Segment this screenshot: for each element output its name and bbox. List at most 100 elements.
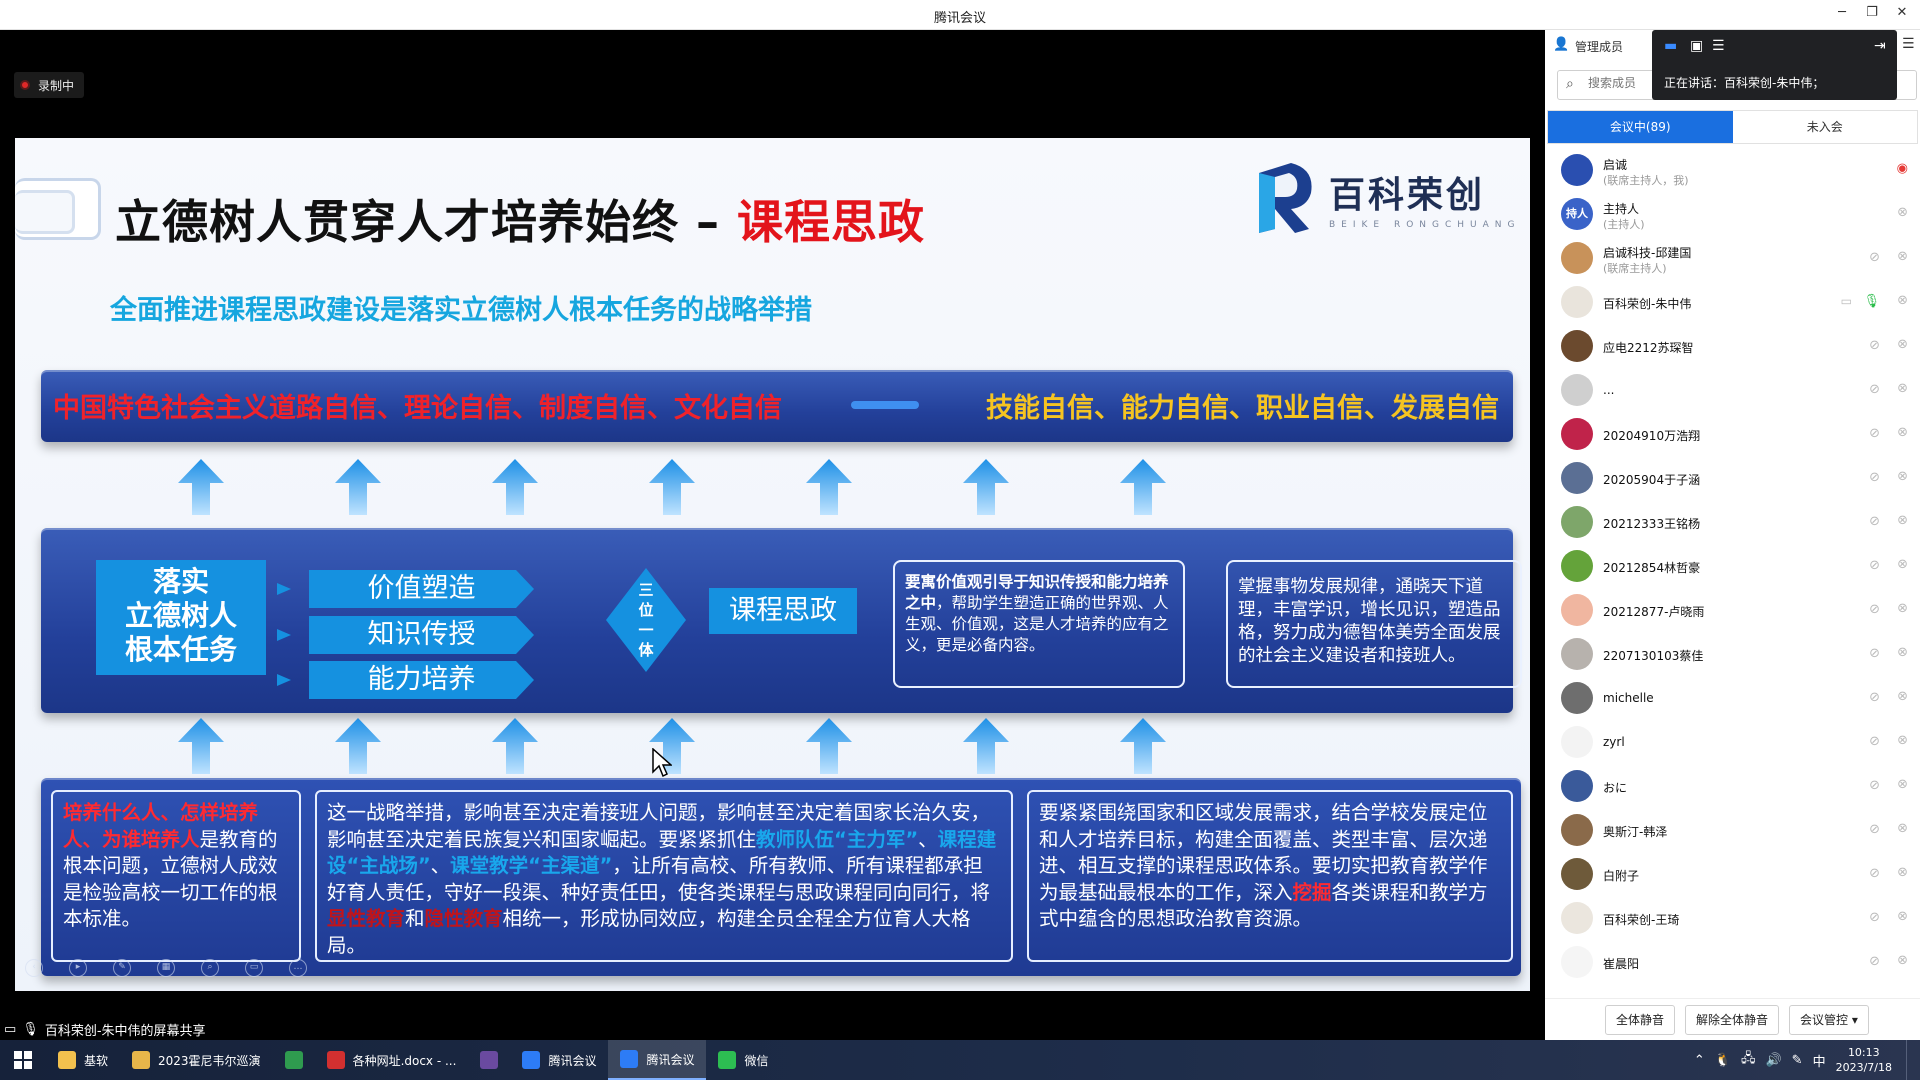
restore-button[interactable]: ❐: [1862, 5, 1882, 20]
ime-indicator[interactable]: 中: [1813, 1051, 1826, 1070]
microphone-muted-icon[interactable]: ⊘: [1869, 734, 1880, 749]
camera-off-icon[interactable]: ⊗: [1897, 865, 1908, 880]
camera-off-icon[interactable]: ⊗: [1897, 425, 1908, 440]
tray-expand-icon[interactable]: ⌃: [1694, 1053, 1705, 1068]
camera-off-icon[interactable]: ⊗: [1897, 601, 1908, 616]
member-row[interactable]: 应电2212苏琛智 ⊘ ⊗: [1545, 324, 1920, 368]
recording-indicator[interactable]: 录制中: [14, 72, 85, 98]
member-row[interactable]: 20212854林哲豪 ⊘ ⊗: [1545, 544, 1920, 588]
member-row[interactable]: 启诚科技-邱建国 (联席主持人) ⊘ ⊗: [1545, 236, 1920, 280]
microphone-muted-icon[interactable]: ⊘: [1869, 514, 1880, 529]
member-row[interactable]: 20204910万浩翔 ⊘ ⊗: [1545, 412, 1920, 456]
unmute-all-button[interactable]: 解除全体静音: [1685, 1004, 1780, 1035]
tab-in-meeting[interactable]: 会议中(89): [1548, 111, 1733, 143]
camera-off-icon[interactable]: ⊗: [1897, 249, 1908, 264]
camera-off-icon[interactable]: ⊗: [1897, 513, 1908, 528]
pen-icon[interactable]: ✎: [113, 959, 131, 977]
meeting-control-button[interactable]: 会议管控 ▾: [1789, 1004, 1869, 1035]
menu-icon[interactable]: ☰: [1902, 36, 1915, 52]
member-row[interactable]: 白附子 ⊘ ⊗: [1545, 852, 1920, 896]
mute-all-button[interactable]: 全体静音: [1605, 1004, 1676, 1035]
microphone-muted-icon[interactable]: ⊘: [1869, 646, 1880, 661]
microphone-on-icon[interactable]: 🎙: [1863, 294, 1880, 309]
show-desktop-button[interactable]: [1906, 1040, 1912, 1080]
microphone-muted-icon[interactable]: ⊘: [1869, 602, 1880, 617]
member-panel-title[interactable]: 管理成员: [1575, 38, 1623, 55]
prev-slide-icon[interactable]: ‹: [25, 959, 43, 977]
member-row[interactable]: 20205904于子涵 ⊘ ⊗: [1545, 456, 1920, 500]
play-icon[interactable]: ▸: [69, 959, 87, 977]
taskbar-app[interactable]: 腾讯会议: [608, 1040, 707, 1080]
more-icon[interactable]: …: [289, 959, 307, 977]
member-row[interactable]: おに ⊘ ⊗: [1545, 764, 1920, 808]
taskbar-apps: 基软 2023霍尼韦尔巡演 各种网址.docx - ... 腾讯会议 腾讯会议 微信: [46, 1040, 781, 1080]
taskbar-app-label: 腾讯会议: [548, 1053, 597, 1068]
pen-tray-icon[interactable]: ✎: [1792, 1053, 1803, 1068]
microphone-muted-icon[interactable]: ⊘: [1869, 250, 1880, 265]
taskbar-app[interactable]: 2023霍尼韦尔巡演: [120, 1040, 273, 1080]
taskbar-app[interactable]: 微信: [706, 1040, 780, 1080]
volume-icon[interactable]: 🔊: [1765, 1053, 1781, 1068]
camera-off-icon[interactable]: ⊗: [1897, 909, 1908, 924]
member-list[interactable]: 启诚 (联席主持人，我) ◉ 持人 主持人 (主持人) ⊗ 启诚科技-邱建国 (联席主持人) ⊘ ⊗…: [1545, 148, 1920, 988]
camera-off-icon[interactable]: ⊗: [1897, 821, 1908, 836]
camera-off-icon[interactable]: ⊗: [1897, 777, 1908, 792]
taskbar-app[interactable]: 各种网址.docx - ...: [315, 1040, 469, 1080]
taskbar-app[interactable]: 腾讯会议: [510, 1040, 608, 1080]
member-row[interactable]: 百科荣创-朱中伟 ▭ 🎙 ⊗: [1545, 280, 1920, 324]
qq-icon[interactable]: 🐧: [1715, 1053, 1731, 1068]
taskbar-clock[interactable]: 10:13 2023/7/18: [1836, 1045, 1892, 1075]
member-row[interactable]: 百科荣创-王琦 ⊘ ⊗: [1545, 896, 1920, 940]
microphone-muted-icon[interactable]: ⊘: [1869, 382, 1880, 397]
camera-off-icon[interactable]: ⊗: [1897, 689, 1908, 704]
minimize-button[interactable]: ─: [1832, 5, 1852, 20]
recording-status-icon[interactable]: ◉: [1897, 161, 1908, 176]
camera-off-icon[interactable]: ⊗: [1897, 469, 1908, 484]
taskbar-app[interactable]: 基软: [46, 1040, 120, 1080]
avatar: [1561, 286, 1593, 318]
up-arrow-icon: [492, 459, 538, 515]
member-row[interactable]: ... ⊘ ⊗: [1545, 368, 1920, 412]
camera-off-icon[interactable]: ⊗: [1897, 733, 1908, 748]
microphone-muted-icon[interactable]: ⊘: [1869, 954, 1880, 969]
member-row[interactable]: 奥斯汀-韩泽 ⊘ ⊗: [1545, 808, 1920, 852]
camera-off-icon[interactable]: ⊗: [1897, 645, 1908, 660]
start-button[interactable]: [0, 1040, 46, 1080]
camera-off-icon[interactable]: ⊗: [1897, 381, 1908, 396]
member-row[interactable]: 启诚 (联席主持人，我) ◉: [1545, 148, 1920, 192]
taskbar-app[interactable]: [273, 1040, 315, 1080]
microphone-muted-icon[interactable]: ⊘: [1869, 866, 1880, 881]
camera-off-icon[interactable]: ⊗: [1897, 337, 1908, 352]
speaker-view-icon[interactable]: ▬: [1664, 38, 1677, 54]
microphone-muted-icon[interactable]: ⊘: [1869, 910, 1880, 925]
microphone-muted-icon[interactable]: ⊘: [1869, 470, 1880, 485]
camera-off-icon[interactable]: ⊗: [1897, 293, 1908, 308]
member-row[interactable]: 持人 主持人 (主持人) ⊗: [1545, 192, 1920, 236]
camera-off-icon[interactable]: ⊗: [1897, 205, 1908, 220]
zoom-icon[interactable]: ⌕: [201, 959, 219, 977]
microphone-muted-icon[interactable]: ⊘: [1869, 338, 1880, 353]
member-row[interactable]: 20212877-卢晓雨 ⊘ ⊗: [1545, 588, 1920, 632]
member-row[interactable]: michelle ⊘ ⊗: [1545, 676, 1920, 720]
gallery-view-icon[interactable]: ▣: [1690, 38, 1703, 54]
app-icon: [58, 1051, 76, 1069]
member-row[interactable]: zyrl ⊘ ⊗: [1545, 720, 1920, 764]
microphone-muted-icon[interactable]: ⊘: [1869, 822, 1880, 837]
taskbar-app[interactable]: [468, 1040, 510, 1080]
subtitle-icon[interactable]: ▭: [245, 959, 263, 977]
camera-off-icon[interactable]: ⊗: [1897, 953, 1908, 968]
tab-not-joined[interactable]: 未入会: [1733, 111, 1918, 143]
microphone-muted-icon[interactable]: ⊘: [1869, 690, 1880, 705]
microphone-muted-icon[interactable]: ⊘: [1869, 778, 1880, 793]
member-row[interactable]: 20212333王铭杨 ⊘ ⊗: [1545, 500, 1920, 544]
list-view-icon[interactable]: ☰: [1712, 38, 1725, 54]
microphone-muted-icon[interactable]: ⊘: [1869, 558, 1880, 573]
camera-off-icon[interactable]: ⊗: [1897, 557, 1908, 572]
microphone-muted-icon[interactable]: ⊘: [1869, 426, 1880, 441]
member-row[interactable]: 2207130103蔡佳 ⊘ ⊗: [1545, 632, 1920, 676]
collapse-panel-icon[interactable]: ⇥: [1874, 38, 1886, 54]
slides-grid-icon[interactable]: ▦: [157, 959, 175, 977]
network-icon[interactable]: 🖧: [1741, 1049, 1756, 1071]
member-row[interactable]: 崔晨阳 ⊘ ⊗: [1545, 940, 1920, 984]
close-button[interactable]: ✕: [1892, 5, 1912, 20]
